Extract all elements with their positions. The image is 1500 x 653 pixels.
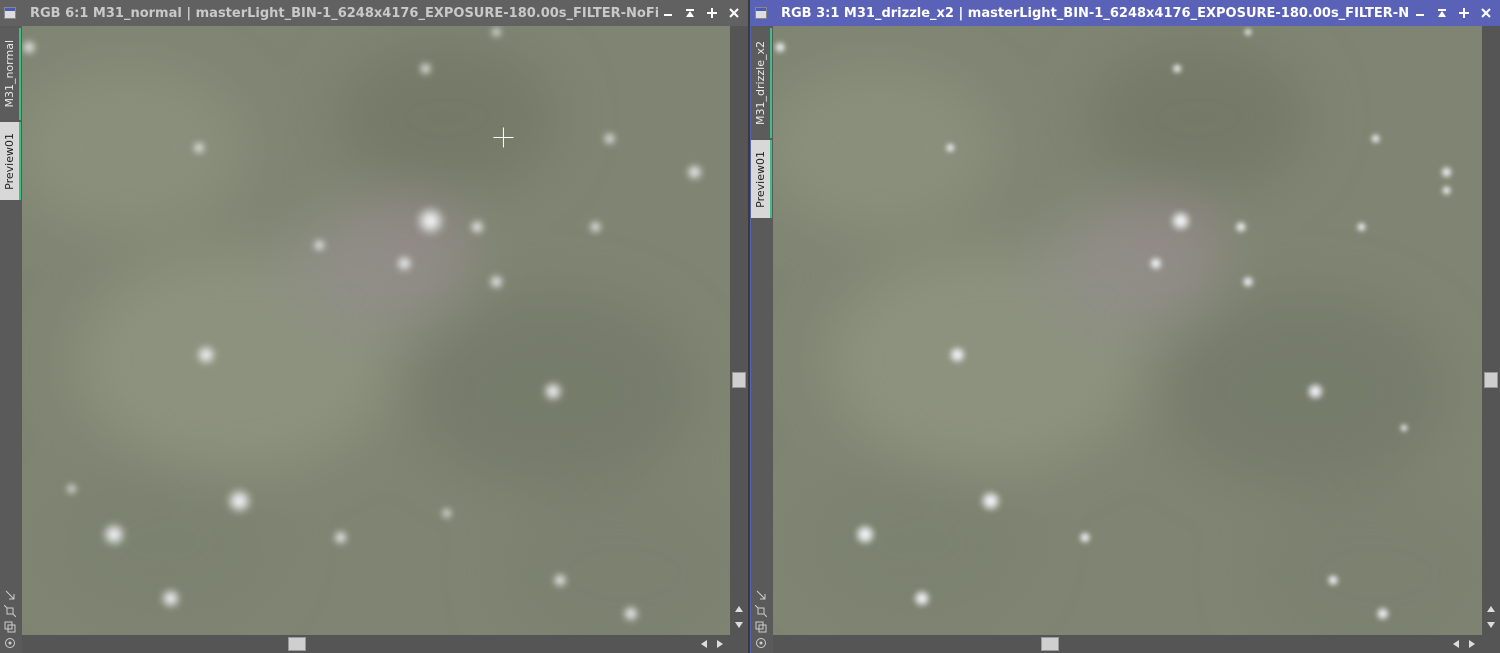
scroll-down-icon[interactable]	[1485, 619, 1497, 631]
maximize-icon[interactable]	[702, 3, 722, 23]
scroll-corner	[1482, 635, 1500, 653]
minimize-icon[interactable]	[658, 3, 678, 23]
vertical-scroll-thumb[interactable]	[732, 372, 746, 388]
scroll-right-icon[interactable]	[714, 638, 726, 650]
window-titlebar[interactable]: RGB 3:1 M31_drizzle_x2 | masterLight_BIN…	[751, 0, 1500, 26]
image-window-m31-normal[interactable]: RGB 6:1 M31_normal | masterLight_BIN-1_6…	[0, 0, 748, 653]
vertical-scrollbar[interactable]	[730, 26, 748, 635]
scroll-right-icon[interactable]	[1466, 638, 1478, 650]
window-icon	[755, 7, 767, 19]
view-selector-strip: M31_drizzle_x2 Preview01	[751, 26, 773, 653]
scroll-down-icon[interactable]	[733, 619, 745, 631]
window-title: RGB 6:1 M31_normal | masterLight_BIN-1_6…	[30, 5, 658, 21]
window-titlebar[interactable]: RGB 6:1 M31_normal | masterLight_BIN-1_6…	[0, 0, 748, 26]
astronomical-image[interactable]	[773, 26, 1482, 635]
tab-main-view[interactable]: M31_normal	[0, 28, 21, 120]
tab-main-view[interactable]: M31_drizzle_x2	[751, 28, 772, 138]
minimize-icon[interactable]	[1410, 3, 1430, 23]
horizontal-scroll-thumb[interactable]	[288, 637, 306, 651]
vertical-scroll-thumb[interactable]	[1484, 372, 1498, 388]
scroll-left-icon[interactable]	[1450, 638, 1462, 650]
shade-icon[interactable]	[680, 3, 700, 23]
scroll-up-icon[interactable]	[1485, 603, 1497, 615]
image-viewport[interactable]	[773, 26, 1482, 635]
zoom-in-icon[interactable]	[3, 604, 17, 617]
scroll-up-icon[interactable]	[733, 603, 745, 615]
zoom-fit-icon[interactable]	[754, 588, 768, 601]
shade-icon[interactable]	[1432, 3, 1452, 23]
scroll-corner	[730, 635, 748, 653]
view-selector-strip: M31_normal Preview01	[0, 26, 22, 653]
vertical-scrollbar[interactable]	[1482, 26, 1500, 635]
zoom-fit-icon[interactable]	[3, 588, 17, 601]
image-window-m31-drizzle[interactable]: RGB 3:1 M31_drizzle_x2 | masterLight_BIN…	[750, 0, 1500, 653]
horizontal-scroll-thumb[interactable]	[1041, 637, 1059, 651]
maximize-icon[interactable]	[1454, 3, 1474, 23]
track-view-icon[interactable]	[754, 636, 768, 649]
clone-view-icon[interactable]	[754, 620, 768, 633]
tab-preview01[interactable]: Preview01	[0, 122, 21, 200]
image-viewport[interactable]	[22, 26, 730, 635]
astronomical-image[interactable]	[22, 26, 730, 635]
horizontal-scrollbar[interactable]	[22, 635, 730, 653]
window-title: RGB 3:1 M31_drizzle_x2 | masterLight_BIN…	[781, 5, 1410, 21]
close-icon[interactable]	[1476, 3, 1496, 23]
window-icon	[4, 7, 16, 19]
horizontal-scrollbar[interactable]	[773, 635, 1482, 653]
tab-preview01[interactable]: Preview01	[751, 140, 772, 218]
close-icon[interactable]	[724, 3, 744, 23]
clone-view-icon[interactable]	[3, 620, 17, 633]
zoom-in-icon[interactable]	[754, 604, 768, 617]
track-view-icon[interactable]	[3, 636, 17, 649]
scroll-left-icon[interactable]	[698, 638, 710, 650]
